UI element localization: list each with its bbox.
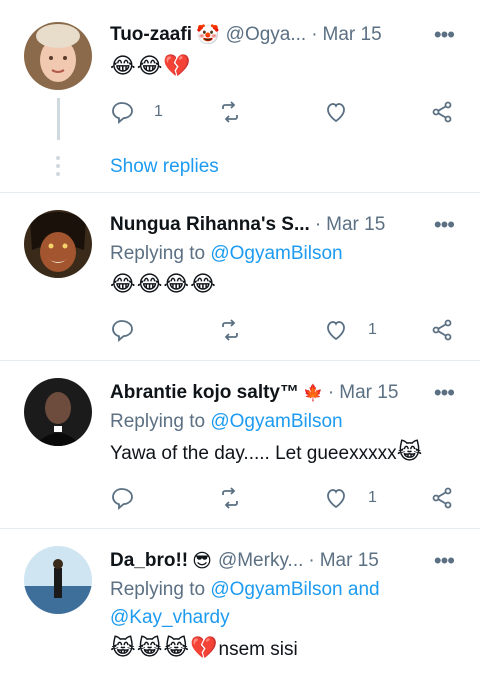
- heart-icon: [327, 489, 345, 509]
- mention-link[interactable]: @OgyamBilson and: [210, 579, 379, 600]
- tweet-header: Abrantie kojo salty™ 🍁 · Mar 15: [110, 380, 452, 406]
- tweet-date[interactable]: Mar 15: [339, 382, 398, 404]
- replying-to-label: Replying to: [110, 411, 206, 432]
- laughing-cat-emoji: 😹: [396, 439, 424, 464]
- reply-icon: [112, 320, 133, 342]
- more-options-icon[interactable]: •••: [434, 548, 455, 574]
- display-name[interactable]: Nungua Rihanna's S...: [110, 214, 310, 236]
- tweet-date[interactable]: Mar 15: [326, 214, 385, 236]
- like-count: 1: [368, 489, 377, 506]
- retweet-button[interactable]: [218, 484, 242, 512]
- canada-flag-icon: 🍁: [303, 385, 323, 402]
- tweet-1[interactable]: Tuo-zaafi 🤡 @Ogya... · Mar 15 ••• 😂😂💔 1 …: [0, 0, 480, 193]
- reply-button[interactable]: 1: [110, 98, 163, 126]
- avatar[interactable]: [24, 378, 92, 446]
- separator-dot: ·: [327, 382, 335, 403]
- share-button[interactable]: [430, 484, 454, 512]
- show-replies-link[interactable]: Show replies: [110, 156, 219, 178]
- reply-icon: [112, 488, 133, 510]
- tweet-text: Yawa of the day..... Let gueexxxxx😹: [110, 438, 460, 468]
- tweet-body: nsem sisi: [218, 639, 298, 660]
- action-bar: 1: [110, 98, 460, 126]
- reply-count: 1: [154, 103, 163, 120]
- more-options-icon[interactable]: •••: [434, 212, 455, 238]
- share-button[interactable]: [430, 316, 454, 344]
- tweet-3[interactable]: Abrantie kojo salty™ 🍁 · Mar 15 ••• Repl…: [0, 360, 480, 529]
- avatar-image: [24, 546, 92, 614]
- avatar[interactable]: [24, 22, 92, 90]
- tweet-date[interactable]: Mar 15: [323, 24, 382, 46]
- mention-link[interactable]: @OgyamBilson: [210, 411, 342, 432]
- tweet-4[interactable]: Da_bro!! 😎 @Merky... · Mar 15 ••• Replyi…: [0, 528, 480, 683]
- more-options-icon[interactable]: •••: [434, 380, 455, 406]
- tweet-text: 😂😂😂😂: [110, 270, 460, 300]
- avatar-image: [24, 378, 92, 446]
- tweet-header: Tuo-zaafi 🤡 @Ogya... · Mar 15: [110, 22, 452, 48]
- share-button[interactable]: [430, 98, 454, 126]
- tweet-text: 😹😹😹💔nsem sisi: [110, 634, 460, 664]
- reply-button[interactable]: [110, 484, 134, 512]
- replying-to-label: Replying to: [110, 579, 206, 600]
- heart-icon: [327, 103, 345, 123]
- like-button[interactable]: 1: [324, 316, 377, 344]
- tweet-emojis: 😂😂💔: [110, 53, 192, 78]
- share-icon: [432, 101, 452, 123]
- tweet-2[interactable]: Nungua Rihanna's S... · Mar 15 ••• Reply…: [0, 192, 480, 361]
- avatar[interactable]: [24, 546, 92, 614]
- retweet-icon: [222, 101, 238, 123]
- tweet-emojis: 😹😹😹💔: [110, 635, 219, 660]
- more-options-icon[interactable]: •••: [434, 22, 455, 48]
- tweet-body: Yawa of the day..... Let gueexxxxx: [110, 443, 397, 464]
- sunglasses-emoji-icon: 😎: [192, 550, 212, 572]
- thread-line: [57, 98, 60, 140]
- tweet-text: 😂😂💔: [110, 52, 460, 82]
- replying-to: Replying to @OgyamBilson and @Kay_vhardy: [110, 576, 460, 632]
- retweet-button[interactable]: [218, 316, 242, 344]
- mention-link-2[interactable]: @Kay_vhardy: [110, 607, 230, 628]
- separator-dot: ·: [314, 214, 322, 235]
- action-bar: 1: [110, 484, 460, 512]
- action-bar: 1: [110, 316, 460, 344]
- avatar-image: [24, 210, 92, 278]
- display-name[interactable]: Abrantie kojo salty™: [110, 382, 299, 404]
- retweet-button[interactable]: [218, 98, 242, 126]
- heart-icon: [327, 321, 345, 341]
- mention-link[interactable]: @OgyamBilson: [210, 243, 342, 264]
- user-handle[interactable]: @Merky...: [218, 550, 303, 572]
- reply-icon: [112, 102, 133, 124]
- avatar[interactable]: [24, 210, 92, 278]
- user-handle[interactable]: @Ogya...: [226, 24, 307, 46]
- tweet-header: Nungua Rihanna's S... · Mar 15: [110, 212, 452, 238]
- display-name[interactable]: Tuo-zaafi: [110, 24, 192, 46]
- avatar-image: [24, 22, 92, 90]
- share-icon: [432, 319, 452, 341]
- tweet-emojis: 😂😂😂😂: [110, 271, 217, 296]
- tweet-header: Da_bro!! 😎 @Merky... · Mar 15: [110, 548, 452, 574]
- tweet-date[interactable]: Mar 15: [320, 550, 379, 572]
- separator-dot: ·: [308, 550, 315, 571]
- replying-to: Replying to @OgyamBilson: [110, 408, 460, 436]
- retweet-icon: [222, 319, 238, 341]
- separator-dot: ·: [311, 24, 318, 45]
- like-button[interactable]: [324, 98, 348, 126]
- retweet-icon: [222, 487, 238, 509]
- clown-emoji-icon: 🤡: [195, 25, 220, 46]
- thread-dots: [55, 156, 61, 180]
- replying-to: Replying to @OgyamBilson: [110, 240, 460, 268]
- share-icon: [432, 487, 452, 509]
- display-name[interactable]: Da_bro!!: [110, 550, 188, 572]
- replying-to-label: Replying to: [110, 243, 206, 264]
- like-count: 1: [368, 321, 377, 338]
- reply-button[interactable]: [110, 316, 134, 344]
- like-button[interactable]: 1: [324, 484, 377, 512]
